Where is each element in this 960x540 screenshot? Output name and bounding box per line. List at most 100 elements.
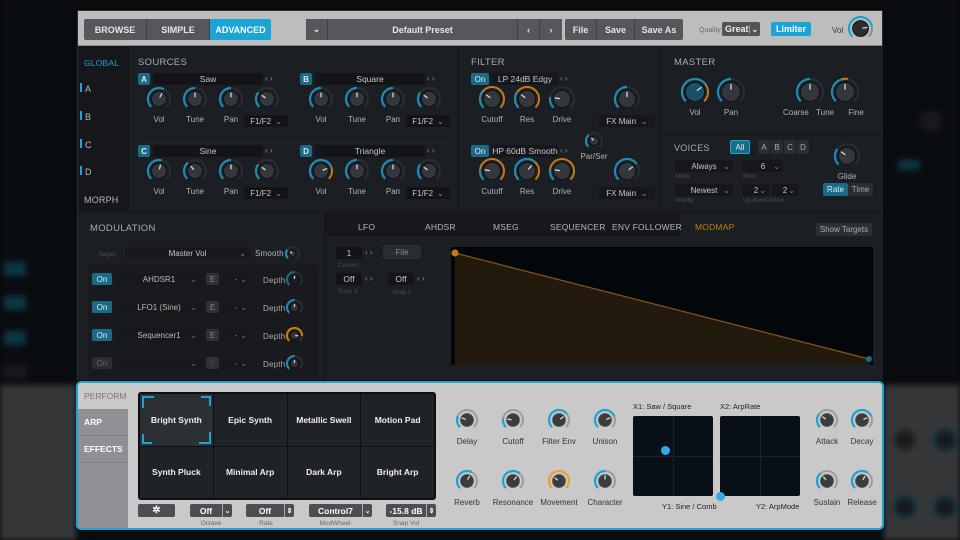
filter-res-knob[interactable] — [513, 85, 541, 113]
snap-x-field[interactable]: Off — [336, 273, 362, 285]
modmap-file-button[interactable]: File — [383, 245, 421, 259]
tab-ahdsr[interactable]: AHDSR — [425, 222, 456, 232]
tab-sequencer[interactable]: SEQUENCER — [550, 222, 606, 232]
glide-knob[interactable] — [833, 142, 861, 170]
master-coarse-knob[interactable] — [795, 77, 825, 107]
mod-row-on-button[interactable]: On — [92, 329, 112, 341]
osc-f1-f2-knob[interactable] — [254, 158, 280, 184]
preset-menu-button[interactable]: ⌄ — [306, 19, 328, 40]
filter-output-select[interactable]: FX Main ⌄ — [599, 187, 655, 199]
mod-via-select[interactable]: - ⌄ — [223, 357, 249, 369]
osc-id-badge[interactable]: C — [138, 145, 150, 157]
xy-pad-2[interactable] — [715, 416, 800, 501]
current-field[interactable]: 1 — [336, 247, 362, 259]
show-targets-button[interactable]: Show Targets — [816, 223, 872, 236]
nav-item-a[interactable]: A — [85, 84, 91, 94]
snapshot-cell[interactable]: Minimal Arp — [213, 446, 287, 498]
osc-route-select[interactable]: F1/F2 ⌄ — [406, 187, 450, 199]
osc-tune-knob[interactable] — [344, 158, 370, 184]
filter-cutoff-knob[interactable] — [478, 157, 506, 185]
tab-modmap[interactable]: MODMAP — [695, 222, 734, 232]
master-fine-knob[interactable] — [830, 77, 860, 107]
filter-on-button[interactable]: On — [471, 145, 489, 157]
delay-knob[interactable] — [455, 408, 479, 432]
bend-down-select[interactable]: 2 ⌄ — [772, 184, 798, 196]
limiter-button[interactable]: Limiter — [771, 22, 811, 36]
master-vol-knob[interactable] — [680, 77, 710, 107]
filter-type-stepper[interactable]: ‹ › — [560, 146, 568, 155]
tab-mseg[interactable]: MSEG — [493, 222, 519, 232]
mod-envelope-button[interactable]: E — [206, 273, 219, 285]
current-stepper[interactable]: ‹ › — [365, 248, 373, 257]
mod-source-select[interactable]: AHDSR1 ⌄ — [118, 273, 200, 285]
preset-prev-button[interactable]: ‹ — [518, 19, 540, 40]
decay-knob[interactable] — [850, 408, 874, 432]
resonance-knob[interactable] — [501, 469, 525, 493]
osc-id-badge[interactable]: B — [300, 73, 312, 85]
filter-type-stepper[interactable]: ‹ › — [560, 74, 568, 83]
filter-res-knob[interactable] — [513, 157, 541, 185]
filter-on-button[interactable]: On — [471, 73, 489, 85]
voice-select-b[interactable]: B — [771, 140, 783, 154]
unison-knob[interactable] — [593, 408, 617, 432]
cutoff-knob[interactable] — [501, 408, 525, 432]
mod-envelope-button[interactable]: E — [206, 301, 219, 313]
osc-pan-knob[interactable] — [380, 86, 406, 112]
osc-vol-knob[interactable] — [146, 158, 172, 184]
tab-arp[interactable]: ARP — [78, 409, 128, 436]
voice-select-all[interactable]: All — [730, 140, 750, 154]
osc-f1-f2-knob[interactable] — [416, 86, 442, 112]
modwheel-select[interactable]: Control7 ⌄ — [309, 504, 372, 517]
mod-via-select[interactable]: - ⌄ — [223, 329, 249, 341]
mod-via-select[interactable]: - ⌄ — [223, 273, 249, 285]
mod-source-select[interactable]: LFO1 (Sine) ⌄ — [118, 301, 200, 313]
osc-vol-knob[interactable] — [308, 86, 334, 112]
modmap-point-end[interactable] — [866, 356, 872, 362]
master-pan-knob[interactable] — [716, 77, 746, 107]
preset-name[interactable]: Default Preset — [328, 19, 518, 40]
osc-id-badge[interactable]: A — [138, 73, 150, 85]
voice-select-a[interactable]: A — [758, 140, 770, 154]
mod-envelope-button[interactable]: E — [206, 357, 219, 369]
voice-select-d[interactable]: D — [797, 140, 809, 154]
mod-envelope-button[interactable]: E — [206, 329, 219, 341]
mod-source-select[interactable]: ⌄ — [118, 357, 200, 369]
osc-wave-stepper[interactable]: ‹ › — [265, 146, 273, 155]
tab-perform[interactable]: PERFORM — [78, 383, 128, 409]
glide-rate-button[interactable]: Rate — [823, 183, 848, 196]
mod-source-select[interactable]: Sequencer1 ⌄ — [118, 329, 200, 341]
mod-row-on-button[interactable]: On — [92, 273, 112, 285]
file-button[interactable]: File — [565, 19, 597, 40]
xy1-handle[interactable] — [660, 445, 670, 455]
glide-time-button[interactable]: Time — [848, 183, 873, 196]
filter-output-select[interactable]: FX Main ⌄ — [599, 115, 655, 127]
preset-next-button[interactable]: › — [540, 19, 562, 40]
browse-button[interactable]: BROWSE — [84, 19, 147, 40]
filter-output-knob[interactable] — [613, 157, 641, 185]
filter-env-knob[interactable] — [547, 408, 571, 432]
attack-knob[interactable] — [815, 408, 839, 432]
osc-vol-knob[interactable] — [308, 158, 334, 184]
quality-select[interactable]: Great ⌄ — [722, 22, 760, 36]
settings-button[interactable]: ✲ — [138, 504, 175, 517]
voice-mode-select[interactable]: Always ⌄ — [675, 160, 733, 172]
osc-wave-stepper[interactable]: ‹ › — [265, 74, 273, 83]
mod-depth-knob[interactable] — [285, 326, 304, 345]
simple-button[interactable]: SIMPLE — [147, 19, 210, 40]
snapshot-cell[interactable]: Motion Pad — [361, 394, 434, 446]
snap-vol-stepper[interactable]: -15.8 dB ⇕ — [386, 504, 436, 517]
filter-type-select[interactable]: LP 24dB Edgy — [492, 73, 558, 85]
snapshot-cell[interactable]: Bright Arp — [361, 446, 434, 498]
nav-item-c[interactable]: C — [85, 140, 92, 150]
tab-effects[interactable]: EFFECTS — [78, 436, 128, 463]
snapshot-cell[interactable]: Bright Synth — [140, 394, 213, 446]
voice-num-select[interactable]: 6 ⌄ — [743, 160, 783, 172]
character-knob[interactable] — [593, 469, 617, 493]
mod-via-select[interactable]: - ⌄ — [223, 301, 249, 313]
tab-env-follower[interactable]: ENV FOLLOWER — [612, 222, 682, 232]
osc-vol-knob[interactable] — [146, 86, 172, 112]
voice-select-c[interactable]: C — [784, 140, 796, 154]
filter-drive-knob[interactable] — [548, 157, 576, 185]
osc-tune-knob[interactable] — [344, 86, 370, 112]
filter-cutoff-knob[interactable] — [478, 85, 506, 113]
